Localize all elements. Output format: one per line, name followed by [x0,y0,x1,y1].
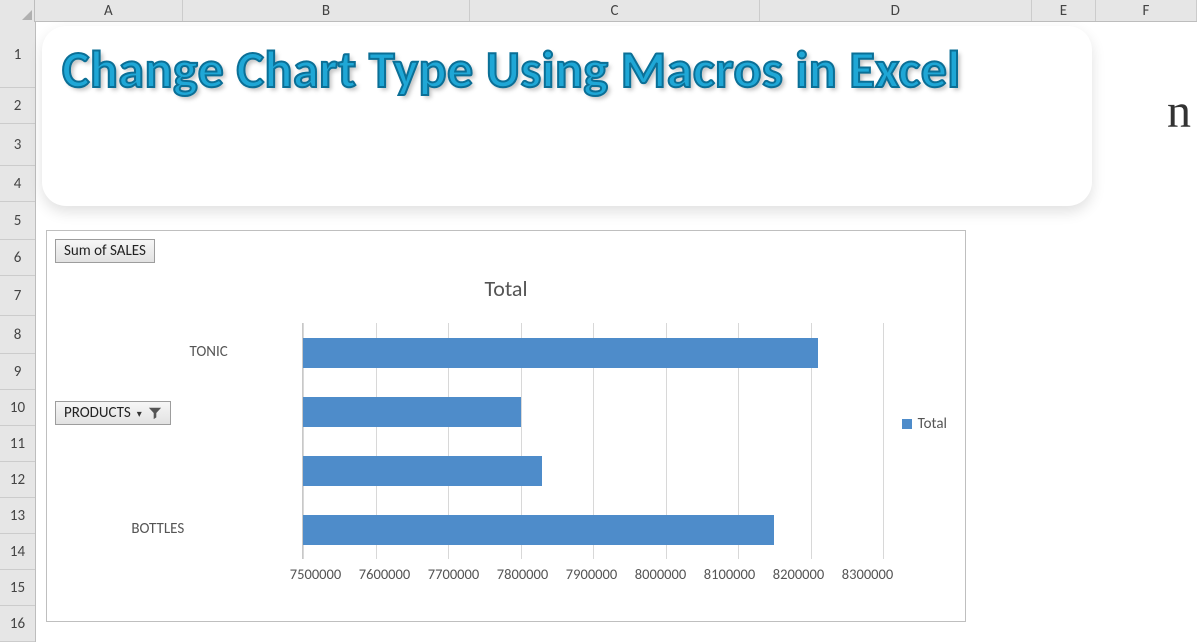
legend-swatch-icon [902,419,912,429]
bar-row: ICE CUBES [303,441,542,500]
products-label: PRODUCTS [64,404,131,422]
grid-line [883,323,884,559]
row-header[interactable]: 6 [0,240,35,276]
products-filter-button[interactable]: PRODUCTS ▾ [55,401,171,425]
category-label: TONIC [118,343,228,361]
row-header[interactable]: 14 [0,534,35,570]
x-tick-label: 7600000 [350,565,419,583]
row-header-column: 12345678910111213141516 [0,22,36,642]
row-header[interactable]: 3 [0,124,35,166]
row-header[interactable]: 12 [0,462,35,498]
dropdown-arrow-icon: ▾ [137,407,142,420]
row-header[interactable]: 13 [0,498,35,534]
x-tick-label: 7500000 [281,565,350,583]
sum-of-sales-button[interactable]: Sum of SALES [55,239,155,263]
bar[interactable] [303,456,542,486]
row-header[interactable]: 2 [0,88,35,124]
chart-container[interactable]: Sum of SALES PRODUCTS ▾ Total TONICSOFT … [46,230,966,622]
row-header[interactable]: 16 [0,606,35,642]
filter-icon [148,406,162,420]
column-header-row: ABCDEF [0,0,1197,22]
partial-glyph: n [1167,84,1191,139]
row-header[interactable]: 15 [0,570,35,606]
select-all-corner[interactable] [0,0,35,22]
x-tick-label: 8300000 [833,565,902,583]
x-tick-label: 8200000 [764,565,833,583]
legend-label: Total [918,415,947,433]
row-header[interactable]: 7 [0,276,35,316]
x-tick-label: 7800000 [488,565,557,583]
title-banner: Change Chart Type Using Macros in Excel [42,26,1092,206]
x-tick-label: 8100000 [695,565,764,583]
row-header[interactable]: 8 [0,316,35,354]
row-header[interactable]: 11 [0,426,35,462]
column-header[interactable]: F [1096,0,1197,21]
plot-area: TONICSOFT DRINKSICE CUBESBOTTLES [302,323,882,559]
chart-title: Total [47,275,965,302]
column-header[interactable]: C [470,0,760,21]
bar[interactable] [303,397,521,427]
x-tick-label: 8000000 [626,565,695,583]
row-header[interactable]: 1 [0,22,35,88]
bar-row: SOFT DRINKS [303,382,521,441]
x-tick-label: 7700000 [419,565,488,583]
x-tick-label: 7900000 [557,565,626,583]
row-header[interactable]: 9 [0,354,35,390]
sum-label: Sum of SALES [64,242,146,260]
column-header[interactable]: B [183,0,471,21]
row-header[interactable]: 4 [0,166,35,202]
column-header[interactable]: D [760,0,1032,21]
legend: Total [902,415,947,433]
page-title: Change Chart Type Using Macros in Excel [62,40,1072,100]
row-header[interactable]: 5 [0,202,35,240]
column-header[interactable]: A [35,0,183,21]
bar[interactable] [303,515,774,545]
bar-row: BOTTLES [303,500,774,559]
column-header[interactable]: E [1032,0,1096,21]
category-label: BOTTLES [74,520,184,538]
bar-row: TONIC [303,323,818,382]
x-axis-ticks: 7500000760000077000007800000790000080000… [281,565,903,583]
row-header[interactable]: 10 [0,390,35,426]
bar[interactable] [303,338,818,368]
